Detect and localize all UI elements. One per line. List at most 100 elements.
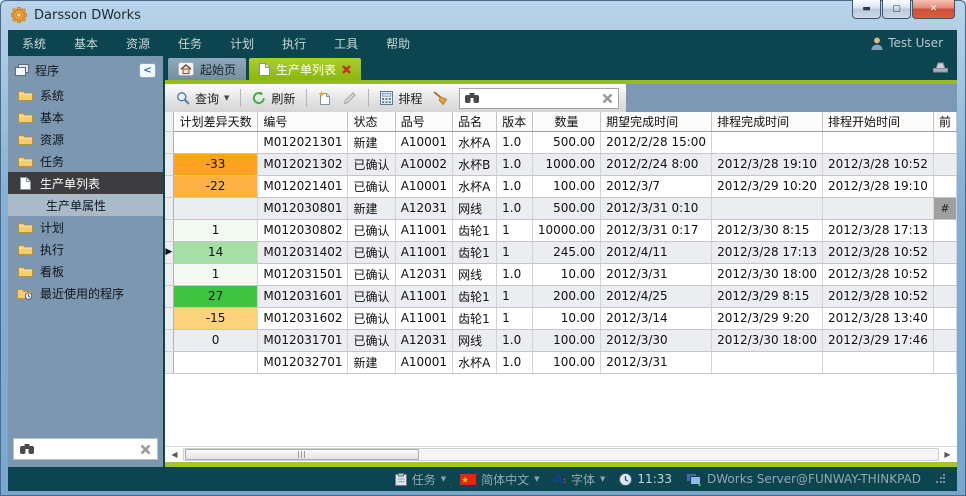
cell-qty[interactable]: 100.00 <box>532 175 600 197</box>
cell-diff[interactable]: 14 <box>173 241 258 263</box>
cell-expect[interactable]: 2012/3/7 <box>601 175 712 197</box>
tab-inactive[interactable]: 起始页 <box>168 58 246 80</box>
cell-sched_end[interactable]: 2012/3/30 8:15 <box>712 219 823 241</box>
cell-sched_start[interactable]: 2012/3/28 10:52 <box>823 241 934 263</box>
column-header[interactable]: 版本 <box>497 112 533 131</box>
cell-code[interactable]: M012021401 <box>258 175 348 197</box>
cell-expect[interactable]: 2012/3/31 <box>601 263 712 285</box>
restore-button[interactable]: ▢ <box>882 0 911 19</box>
cell-expect[interactable]: 2012/3/14 <box>601 307 712 329</box>
sidebar-collapse-button[interactable]: < <box>139 63 156 78</box>
cell-diff[interactable] <box>173 197 258 219</box>
cell-status[interactable]: 已确认 <box>348 175 395 197</box>
row-header-cell[interactable] <box>165 263 173 285</box>
refresh-button[interactable]: 刷新 <box>248 88 299 109</box>
language-dropdown[interactable]: ★ 简体中文 ▼ <box>456 471 543 488</box>
title-bar[interactable]: Darsson DWorks ▬ ▢ ✕ <box>0 0 966 30</box>
column-header[interactable]: 数量 <box>532 112 600 131</box>
cell-item_no[interactable]: A12031 <box>395 329 452 351</box>
cell-diff[interactable]: -15 <box>173 307 258 329</box>
cell-extra[interactable] <box>933 351 956 373</box>
menu-item[interactable]: 帮助 <box>372 35 424 52</box>
cell-qty[interactable]: 10.00 <box>532 263 600 285</box>
cell-item_name[interactable]: 水杯A <box>453 351 497 373</box>
cell-extra[interactable] <box>933 175 956 197</box>
cell-extra[interactable] <box>933 329 956 351</box>
cell-sched_start[interactable] <box>823 197 934 219</box>
cell-item_name[interactable]: 齿轮1 <box>453 219 497 241</box>
sidebar-search-clear-icon[interactable] <box>140 444 151 455</box>
cell-code[interactable]: M012031601 <box>258 285 348 307</box>
cell-qty[interactable]: 1000.00 <box>532 153 600 175</box>
cell-item_name[interactable]: 网线 <box>453 197 497 219</box>
cell-sched_start[interactable]: 2012/3/28 17:13 <box>823 219 934 241</box>
cell-item_no[interactable]: A11001 <box>395 241 452 263</box>
cell-qty[interactable]: 10000.00 <box>532 219 600 241</box>
row-header-cell[interactable] <box>165 153 173 175</box>
cell-diff[interactable]: 27 <box>173 285 258 307</box>
column-header[interactable]: 品号 <box>395 112 452 131</box>
table-row[interactable]: M012032701新建A10001水杯A1.0100.002012/3/31 <box>165 351 957 373</box>
cell-sched_start[interactable] <box>823 351 934 373</box>
clean-button[interactable] <box>429 89 452 107</box>
sidebar-item[interactable]: 最近使用的程序 <box>8 282 163 304</box>
cell-sched_end[interactable]: 2012/3/28 19:10 <box>712 153 823 175</box>
cell-status[interactable]: 新建 <box>348 351 395 373</box>
cell-code[interactable]: M012031602 <box>258 307 348 329</box>
new-button[interactable] <box>314 89 336 108</box>
toolbar-search-box[interactable] <box>459 88 619 109</box>
cell-sched_end[interactable]: 2012/3/28 17:13 <box>712 241 823 263</box>
table-row[interactable]: ▶14M012031402已确认A11001齿轮11245.002012/4/1… <box>165 241 957 263</box>
scroll-left-icon[interactable]: ◀ <box>168 448 181 461</box>
cell-item_no[interactable]: A12031 <box>395 263 452 285</box>
cell-diff[interactable]: -22 <box>173 175 258 197</box>
cell-item_name[interactable]: 网线 <box>453 329 497 351</box>
sidebar-item[interactable]: 生产单列表 <box>8 172 163 194</box>
cell-diff[interactable]: 1 <box>173 219 258 241</box>
scroll-right-icon[interactable]: ▶ <box>941 448 954 461</box>
row-header-cell[interactable] <box>165 131 173 153</box>
sidebar-search-box[interactable] <box>13 438 158 460</box>
cell-status[interactable]: 已确认 <box>348 307 395 329</box>
cell-sched_start[interactable]: 2012/3/28 19:10 <box>823 175 934 197</box>
column-header[interactable]: 状态 <box>348 112 395 131</box>
cell-code[interactable]: M012032701 <box>258 351 348 373</box>
cell-sched_end[interactable] <box>712 197 823 219</box>
cell-item_name[interactable]: 齿轮1 <box>453 241 497 263</box>
sidebar-item[interactable]: 计划 <box>8 216 163 238</box>
toolbar-search-clear-icon[interactable] <box>602 93 613 104</box>
cell-code[interactable]: M012030801 <box>258 197 348 219</box>
sidebar-search-input[interactable] <box>39 441 135 457</box>
cell-status[interactable]: 已确认 <box>348 153 395 175</box>
cell-qty[interactable]: 200.00 <box>532 285 600 307</box>
cell-sched_end[interactable]: 2012/3/29 8:15 <box>712 285 823 307</box>
pin-icon[interactable] <box>932 60 949 73</box>
table-row[interactable]: -15M012031602已确认A11001齿轮1110.002012/3/14… <box>165 307 957 329</box>
table-row[interactable]: M012021301新建A10001水杯A1.0500.002012/2/28 … <box>165 131 957 153</box>
cell-code[interactable]: M012031501 <box>258 263 348 285</box>
cell-expect[interactable]: 2012/3/30 <box>601 329 712 351</box>
task-dropdown[interactable]: 任务 ▼ <box>391 471 450 488</box>
table-row[interactable]: 0M012031701已确认A12031网线1.0100.002012/3/30… <box>165 329 957 351</box>
scrollbar-thumb[interactable] <box>185 449 419 460</box>
table-row[interactable]: 1M012031501已确认A12031网线1.010.002012/3/312… <box>165 263 957 285</box>
cell-version[interactable]: 1.0 <box>497 351 533 373</box>
cell-item_no[interactable]: A10001 <box>395 131 452 153</box>
menu-item[interactable]: 执行 <box>268 35 320 52</box>
cell-status[interactable]: 新建 <box>348 131 395 153</box>
table-row[interactable]: 27M012031601已确认A11001齿轮11200.002012/4/25… <box>165 285 957 307</box>
cell-extra[interactable] <box>933 263 956 285</box>
resize-grip[interactable] <box>935 474 945 484</box>
column-header[interactable]: 前 <box>933 112 956 131</box>
cell-extra[interactable] <box>933 241 956 263</box>
table-row[interactable]: -22M012021401已确认A10001水杯A1.0100.002012/3… <box>165 175 957 197</box>
tab-close-icon[interactable] <box>342 65 351 74</box>
cell-version[interactable]: 1.0 <box>497 175 533 197</box>
cell-item_no[interactable]: A10001 <box>395 175 452 197</box>
cell-qty[interactable]: 500.00 <box>532 131 600 153</box>
cell-qty[interactable]: 100.00 <box>532 351 600 373</box>
sidebar-item[interactable]: 生产单属性 <box>8 194 163 216</box>
cell-extra[interactable] <box>933 307 956 329</box>
cell-extra[interactable] <box>933 153 956 175</box>
row-header-cell[interactable] <box>165 307 173 329</box>
